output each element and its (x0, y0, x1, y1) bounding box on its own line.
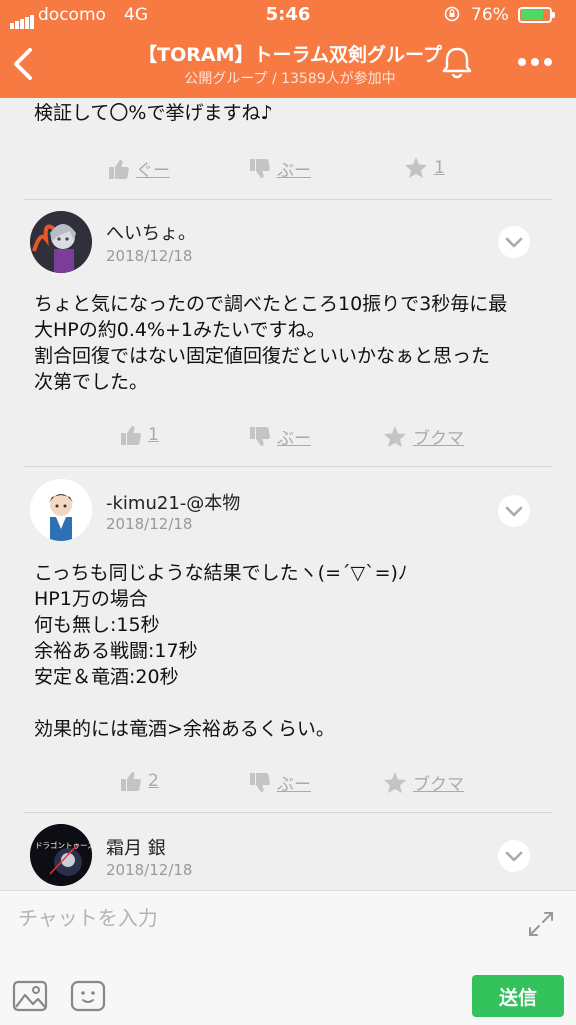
dislike-label: ぶー (277, 429, 311, 449)
username[interactable]: 霜月 銀 (106, 834, 166, 860)
user-avatar-illustration (30, 479, 92, 541)
dislike-button[interactable]: ぶー (249, 424, 311, 449)
message-list[interactable]: 検証して〇%で挙げますね♪ ぐー ぶー 1 へいちょ。 2018/12/18 ち… (0, 98, 576, 890)
bell-icon[interactable] (439, 44, 475, 80)
bookmark-label: 1 (434, 157, 445, 178)
like-button[interactable]: ぐー (108, 156, 170, 181)
post-date: 2018/12/18 (106, 515, 193, 533)
chevron-down-icon (505, 506, 523, 517)
thumbs-down-icon (250, 426, 270, 446)
bookmark-label: ブクマ (413, 429, 464, 449)
dislike-label: ぶー (277, 775, 311, 795)
post-body: こっちも同じような結果でしたヽ(=´▽`=)ﾉ HP1万の場合 何も無し:15秒… (34, 562, 408, 740)
back-chevron-icon[interactable] (10, 46, 38, 82)
post-menu-button[interactable] (498, 226, 530, 258)
battery-icon (518, 7, 555, 23)
like-label: ぐー (136, 161, 170, 181)
app-header: docomo 4G 5:46 76% 【TORAM】トーラム双剣グループ 公開グ… (0, 0, 576, 98)
group-subtitle: 公開グループ / 13589人が参加中 (184, 71, 396, 87)
bookmark-button[interactable]: 1 (404, 156, 445, 179)
group-title: 【TORAM】トーラム双剣グループ (138, 44, 442, 66)
chevron-down-icon (505, 237, 523, 248)
bookmark-button[interactable]: ブクマ (383, 424, 464, 449)
dislike-button[interactable]: ぶー (249, 770, 311, 795)
post-date: 2018/12/18 (106, 247, 193, 265)
post-menu-button[interactable] (498, 840, 530, 872)
star-icon (384, 772, 406, 793)
star-icon (405, 157, 427, 178)
post-body: 検証して〇%で挙げますね♪ (34, 102, 273, 124)
battery-percent: 76% (471, 5, 509, 25)
post-menu-button[interactable] (498, 495, 530, 527)
thumbs-up-icon (121, 772, 141, 791)
star-icon (384, 426, 406, 447)
user-avatar-illustration: ドラゴントゥース (30, 824, 92, 886)
chevron-down-icon (505, 851, 523, 862)
expand-icon[interactable] (526, 909, 556, 939)
avatar[interactable] (30, 479, 92, 541)
rotation-lock-icon (444, 6, 460, 22)
post-divider (24, 812, 552, 813)
avatar[interactable] (30, 211, 92, 273)
like-count: 1 (148, 425, 159, 445)
image-icon[interactable] (12, 979, 48, 1013)
like-button[interactable]: 1 (120, 424, 159, 446)
username[interactable]: -kimu21-@本物 (106, 489, 240, 515)
bookmark-button[interactable]: ブクマ (383, 770, 464, 795)
post-date: 2018/12/18 (106, 861, 193, 879)
avatar[interactable]: ドラゴントゥース (30, 824, 92, 886)
emoji-icon[interactable] (70, 979, 106, 1013)
post-divider (24, 199, 552, 200)
thumbs-down-icon (250, 772, 270, 792)
like-button[interactable]: 2 (120, 770, 159, 792)
thumbs-up-icon (109, 159, 129, 179)
thumbs-up-icon (121, 426, 141, 445)
username[interactable]: へいちょ。 (106, 219, 196, 245)
status-bar: docomo 4G 5:46 76% (0, 0, 576, 32)
chat-input[interactable] (18, 903, 508, 933)
avatar-text: ドラゴントゥース (35, 840, 92, 850)
bookmark-label: ブクマ (413, 775, 464, 795)
post-body: ちょと気になったので調べたところ10振りで3秒毎に最 大HPの約0.4%+1みた… (34, 293, 508, 393)
chat-input-bar: 送信 (0, 890, 576, 1025)
more-dots-icon[interactable] (516, 53, 554, 71)
thumbs-down-icon (250, 158, 270, 178)
dislike-label: ぶー (277, 161, 311, 181)
send-button[interactable]: 送信 (472, 975, 564, 1017)
dislike-button[interactable]: ぶー (249, 156, 311, 181)
like-count: 2 (148, 771, 159, 791)
post-divider (24, 466, 552, 467)
user-avatar-illustration (30, 211, 92, 273)
